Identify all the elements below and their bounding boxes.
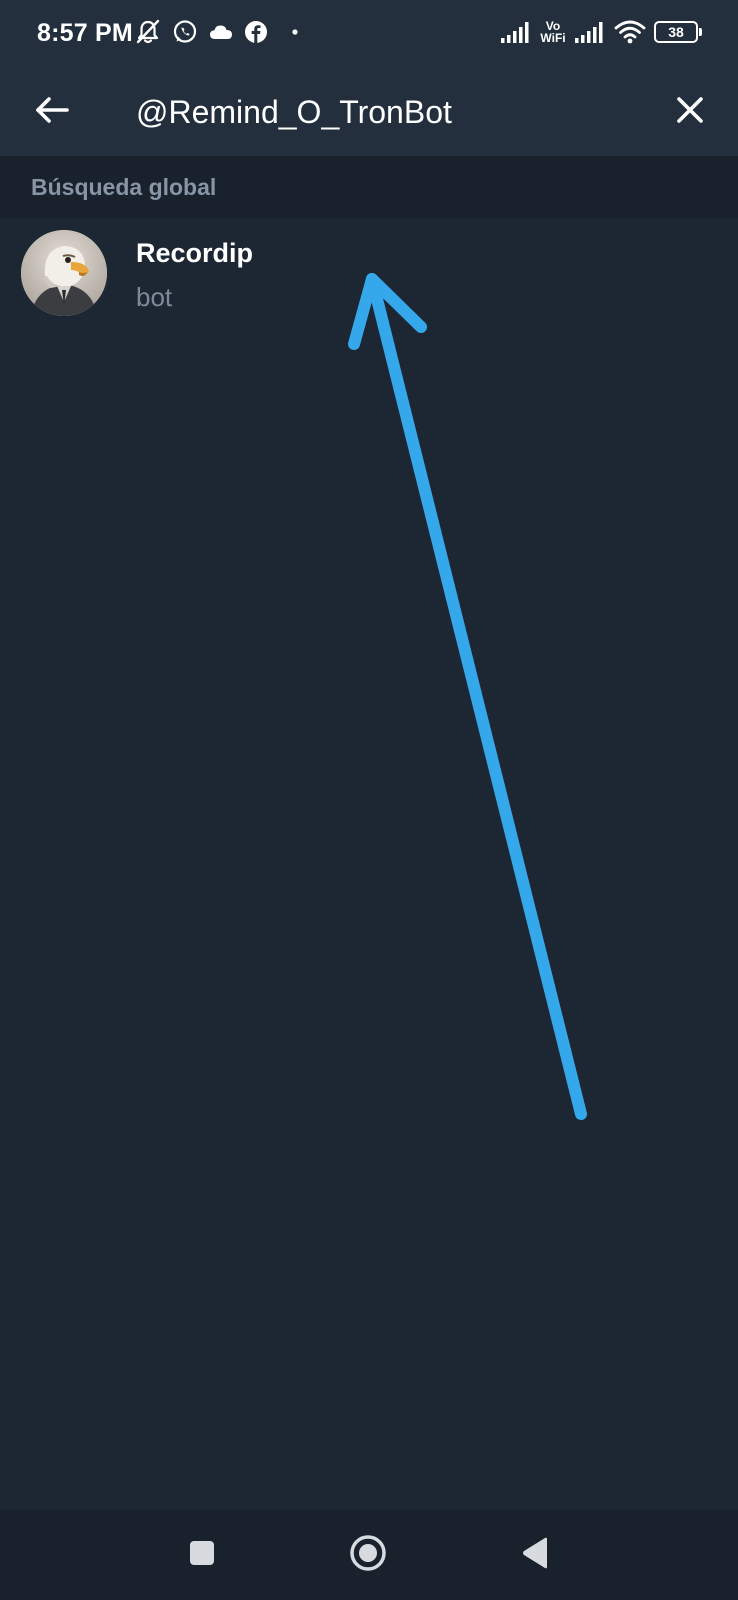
status-bar: 8:57 PM Vo WiFi 38	[0, 0, 738, 66]
facebook-icon	[244, 20, 268, 44]
wifi-icon	[614, 19, 646, 45]
nav-back-button[interactable]	[512, 1532, 558, 1578]
back-button[interactable]	[28, 88, 76, 136]
battery-icon: 38	[654, 21, 702, 43]
search-result-item[interactable]: Recordip bot	[0, 218, 738, 320]
arrow-left-icon	[34, 95, 70, 130]
result-title: Recordip	[136, 238, 254, 268]
result-subtitle: bot	[136, 282, 173, 312]
status-time: 8:57 PM	[37, 19, 133, 47]
back-triangle-icon	[520, 1536, 550, 1575]
signal-icon	[500, 20, 532, 44]
search-input[interactable]	[136, 88, 636, 136]
cloud-icon	[208, 21, 234, 43]
vowifi-icon: Vo WiFi	[540, 20, 566, 44]
whatsapp-icon	[172, 19, 198, 45]
status-icons-right: Vo WiFi 38	[500, 16, 702, 48]
annotation-arrow-shaft	[366, 273, 587, 1120]
status-icons-left	[134, 18, 304, 46]
vowifi-line2: WiFi	[540, 31, 566, 45]
section-header-label: Búsqueda global	[31, 174, 217, 200]
home-circle-icon	[348, 1533, 388, 1578]
recents-button[interactable]	[179, 1532, 225, 1578]
dot-icon	[278, 27, 304, 37]
avatar	[21, 230, 107, 316]
clear-search-button[interactable]	[666, 88, 714, 136]
home-button[interactable]	[345, 1532, 391, 1578]
recents-square-icon	[188, 1539, 216, 1572]
signal-icon	[574, 20, 606, 44]
section-header-global-search: Búsqueda global	[0, 156, 738, 218]
eagle-avatar-image	[21, 230, 107, 316]
close-icon	[676, 96, 704, 129]
search-toolbar	[0, 66, 738, 156]
muted-bell-icon	[134, 18, 162, 46]
battery-level: 38	[668, 24, 684, 40]
system-nav-bar	[0, 1510, 738, 1600]
telegram-search-screen: 8:57 PM Vo WiFi 38 @Remind_O_TronBot Bús…	[0, 0, 738, 1600]
